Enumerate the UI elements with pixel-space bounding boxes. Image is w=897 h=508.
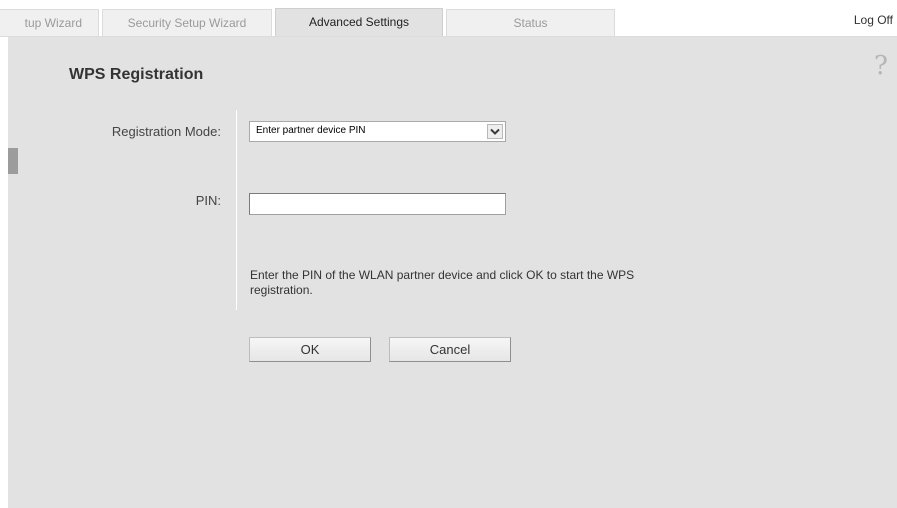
tab-status[interactable]: Status [446, 9, 615, 36]
side-nav-marker [8, 148, 18, 174]
tab-security-setup-wizard[interactable]: Security Setup Wizard [102, 9, 272, 36]
help-icon[interactable]: ? [874, 46, 888, 86]
registration-mode-select[interactable]: Enter partner device PIN [249, 121, 506, 142]
log-off-link[interactable]: Log Off [854, 13, 893, 27]
cancel-button[interactable]: Cancel [389, 337, 511, 362]
app-window: tup Wizard Security Setup Wizard Advance… [0, 0, 897, 508]
pin-input[interactable] [249, 193, 506, 215]
tab-setup-wizard[interactable]: tup Wizard [0, 9, 99, 36]
chevron-down-icon[interactable] [487, 124, 503, 139]
form-divider [236, 110, 237, 310]
pin-label: PIN: [195, 193, 221, 208]
registration-mode-label: Registration Mode: [111, 124, 221, 139]
ok-button[interactable]: OK [249, 337, 371, 362]
instruction-text: Enter the PIN of the WLAN partner device… [250, 268, 635, 297]
registration-mode-value: Enter partner device PIN [256, 125, 366, 136]
page-title: WPS Registration [69, 66, 204, 83]
tab-advanced-settings[interactable]: Advanced Settings [275, 8, 443, 37]
tab-bar: tup Wizard Security Setup Wizard Advance… [0, 0, 897, 37]
